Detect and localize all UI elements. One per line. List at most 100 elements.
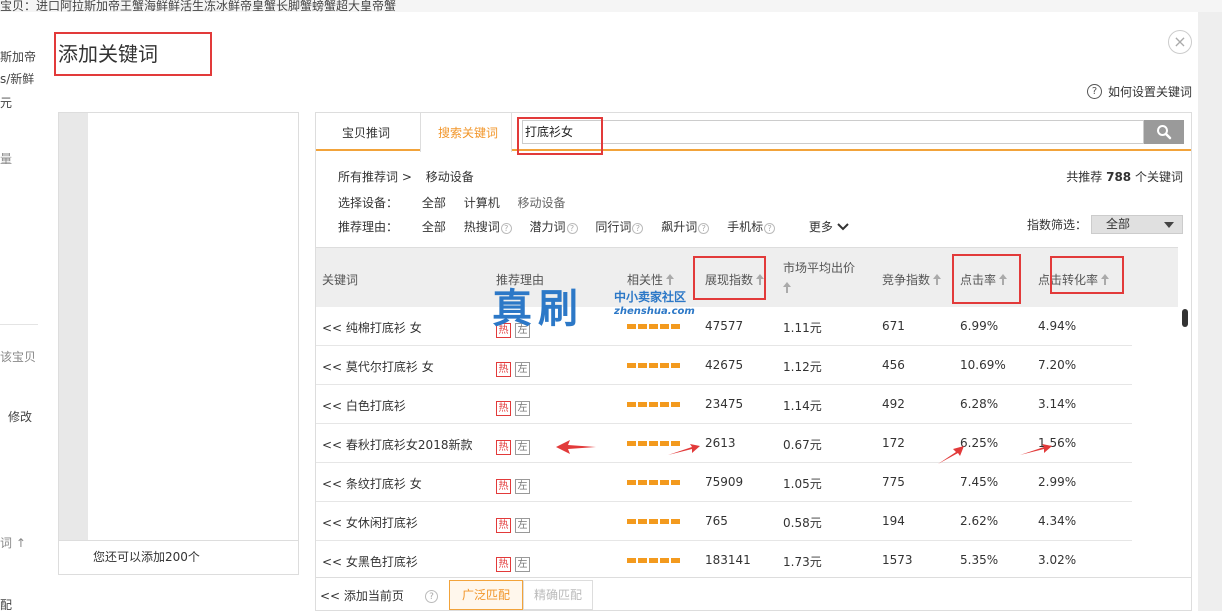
table-row[interactable]: << 女黑色打底衫 热左 183141 1.73元 1573 5.35% 3.0… xyxy=(316,541,1132,577)
left-panel-scrollbar[interactable] xyxy=(59,113,88,540)
cvr-cell: 4.94% xyxy=(1038,319,1077,333)
competition-cell: 194 xyxy=(882,514,905,528)
question-icon[interactable]: ? xyxy=(425,590,438,603)
annotation-arrow-icon xyxy=(938,446,964,464)
table-row[interactable]: << 春秋打底衫女2018新款 热左 2613 0.67元 172 6.25% … xyxy=(316,424,1132,463)
breadcrumb-all[interactable]: 所有推荐词 > xyxy=(338,168,412,185)
bg-snippet: 斯加帝 xyxy=(0,50,37,64)
tab-item-recommend[interactable]: 宝贝推词 xyxy=(342,124,390,141)
keyword-cell[interactable]: << 纯棉打底衫 女 xyxy=(322,319,422,336)
reason-cell: 热左 xyxy=(496,397,534,416)
col-avg-bid[interactable]: 市场平均出价 xyxy=(783,259,855,295)
avg-bid-cell: 0.58元 xyxy=(783,516,822,530)
cvr-cell: 2.99% xyxy=(1038,475,1077,489)
sort-arrow-icon[interactable] xyxy=(933,274,942,285)
reason-option-hot[interactable]: 热搜词? xyxy=(464,218,512,235)
keyword-cell[interactable]: << 女休闲打底衫 xyxy=(322,514,418,531)
more-label: 更多 xyxy=(808,220,833,234)
table-header: 关键词 推荐理由 相关性 展现指数 市场平均出价 竞争指数 点击率 点击转化率 xyxy=(316,247,1178,307)
question-icon: ? xyxy=(1086,84,1102,99)
table-row[interactable]: << 女休闲打底衫 热左 765 0.58元 194 2.62% 4.34% xyxy=(316,502,1132,541)
background-left-strip: 斯加帝 s/新鲜 元 量 该宝贝 修改 词 ↑ 配 xyxy=(0,12,38,611)
left-badge: 左 xyxy=(515,362,530,377)
left-badge: 左 xyxy=(515,401,530,416)
add-current-page-button[interactable]: << 添加当前页 xyxy=(320,587,404,604)
index-filter-label: 指数筛选： xyxy=(1026,218,1087,232)
cvr-cell: 4.34% xyxy=(1038,514,1077,528)
bg-snippet: 配 xyxy=(0,598,13,611)
reason-option-peer[interactable]: 同行词? xyxy=(595,218,644,235)
keyword-cell[interactable]: << 春秋打底衫女2018新款 xyxy=(322,436,472,453)
annotation-box xyxy=(54,32,212,76)
competition-cell: 492 xyxy=(882,397,905,411)
reason-cell: 热左 xyxy=(496,514,534,533)
reason-option-rising[interactable]: 飙升词? xyxy=(661,218,710,235)
bg-snippet: 词 ↑ xyxy=(0,536,26,550)
reason-option-potential[interactable]: 潜力词? xyxy=(530,218,578,235)
device-option-pc[interactable]: 计算机 xyxy=(464,194,500,211)
footer-help[interactable]: ? xyxy=(424,588,438,603)
bg-snippet: 该宝贝 xyxy=(0,350,37,364)
reason-option-label: 热搜词 xyxy=(463,220,500,234)
more-options-button[interactable]: 更多 xyxy=(809,218,849,235)
question-icon[interactable]: ? xyxy=(698,223,710,234)
cvr-cell: 3.14% xyxy=(1038,397,1077,411)
question-icon[interactable]: ? xyxy=(632,223,644,234)
annotation-arrow-icon xyxy=(668,444,700,455)
avg-bid-cell: 1.12元 xyxy=(783,360,822,374)
keyword-cell[interactable]: << 条纹打底衫 女 xyxy=(322,475,422,492)
reason-filter-label: 推荐理由： xyxy=(338,220,399,234)
search-input[interactable]: 打底衫女 xyxy=(522,120,1144,144)
tab-search-keywords[interactable]: 搜索关键词 xyxy=(438,124,498,141)
bg-divider xyxy=(0,324,38,325)
help-link[interactable]: ? 如何设置关键词 xyxy=(1086,83,1192,100)
breadcrumb-mobile: 移动设备 xyxy=(425,170,474,184)
annotation-arrow-icon xyxy=(1020,444,1052,455)
reason-option-all[interactable]: 全部 xyxy=(422,218,446,235)
reason-option-mobile[interactable]: 手机标? xyxy=(727,218,776,235)
device-option-all[interactable]: 全部 xyxy=(422,194,446,211)
avg-bid-cell: 1.05元 xyxy=(783,477,822,491)
keyword-cell[interactable]: << 莫代尔打底衫 女 xyxy=(322,358,434,375)
reason-option-label: 手机标 xyxy=(727,220,764,234)
impressions-cell: 2613 xyxy=(705,436,736,450)
broad-match-button[interactable]: 广泛匹配 xyxy=(449,580,523,610)
bg-snippet: s/新鲜 xyxy=(0,72,35,86)
reason-cell: 热左 xyxy=(496,358,534,377)
table-scrollbar-thumb[interactable] xyxy=(1182,309,1188,327)
close-button[interactable]: × xyxy=(1168,30,1192,54)
table-row[interactable]: << 莫代尔打底衫 女 热左 42675 1.12元 456 10.69% 7.… xyxy=(316,346,1132,385)
ctr-cell: 6.28% xyxy=(960,397,999,411)
left-badge: 左 xyxy=(515,440,530,455)
annotation-box xyxy=(1050,256,1124,294)
help-label: 如何设置关键词 xyxy=(1107,85,1192,99)
sort-arrow-icon[interactable] xyxy=(783,282,791,293)
index-filter: 指数筛选： 全部 xyxy=(1027,215,1183,234)
reason-filter: 推荐理由： 全部 热搜词? 潜力词? 同行词? 飙升词? 手机标? 更多 xyxy=(338,218,849,235)
col-competition-label: 竞争指数 xyxy=(882,273,931,287)
table-row[interactable]: << 条纹打底衫 女 热左 75909 1.05元 775 7.45% 2.99… xyxy=(316,463,1132,502)
hot-badge: 热 xyxy=(496,479,511,494)
question-icon[interactable]: ? xyxy=(566,223,578,234)
col-avg-bid-label: 市场平均出价 xyxy=(783,261,856,275)
exact-match-button[interactable]: 精确匹配 xyxy=(523,580,593,610)
bg-snippet: 量 xyxy=(0,152,13,166)
col-competition[interactable]: 竞争指数 xyxy=(882,271,942,288)
impressions-cell: 23475 xyxy=(705,397,744,411)
table-row[interactable]: << 白色打底衫 热左 23475 1.14元 492 6.28% 3.14% xyxy=(316,385,1132,424)
left-badge: 左 xyxy=(515,479,530,494)
keyword-cell[interactable]: << 女黑色打底衫 xyxy=(322,553,418,570)
hot-badge: 热 xyxy=(496,557,511,572)
annotation-arrow-icon xyxy=(556,440,596,454)
question-icon[interactable]: ? xyxy=(500,223,512,234)
col-keyword: 关键词 xyxy=(322,273,359,287)
keyword-cell[interactable]: << 白色打底衫 xyxy=(322,397,406,414)
background-right-strip xyxy=(1198,12,1222,611)
ctr-cell: 5.35% xyxy=(960,553,999,567)
search-button[interactable] xyxy=(1144,120,1184,144)
impressions-cell: 183141 xyxy=(705,553,751,567)
index-filter-select[interactable]: 全部 xyxy=(1091,215,1183,234)
question-icon[interactable]: ? xyxy=(764,223,776,234)
count-prefix: 共推荐 xyxy=(1066,170,1103,184)
device-option-mobile[interactable]: 移动设备 xyxy=(518,194,566,211)
